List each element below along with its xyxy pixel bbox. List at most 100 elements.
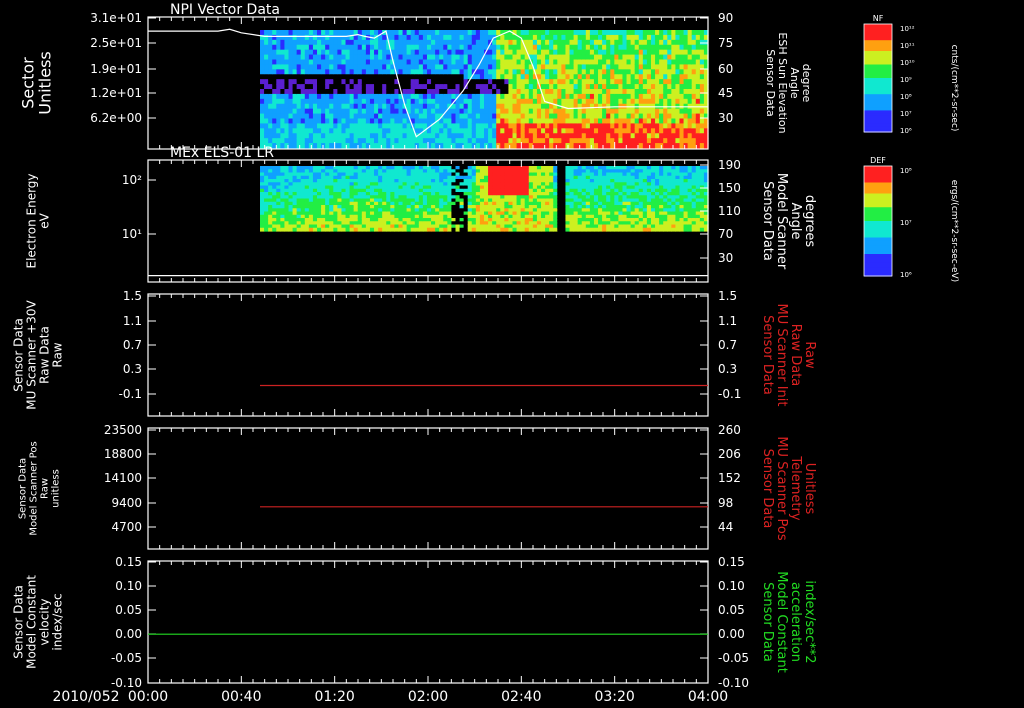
date-label: 2010/052 [52,689,119,705]
left-axis-label: Raw [40,478,51,499]
left-axis-label: Electron Energy [25,173,39,268]
colorbar-tick-label: 10¹⁰ [900,59,915,67]
left-tick-label: 0.10 [115,579,142,593]
right-tick-label: -0.05 [718,651,749,665]
panel-5: 0.15 0.10 0.05 0.00 -0.05 -0.10 0.15 0.10 0.05 0.… [12,555,818,690]
colorbar-nf: NF 10¹² 10¹¹ 10¹⁰ 10⁹ 10⁸ 10⁷ 10⁶ cnts/(cm**2-sr… [863,14,959,135]
right-axis-label: degrees [802,195,817,248]
left-tick-label: -0.05 [111,651,142,665]
right-tick-label: 45 [718,86,733,100]
panel-4: 23500 18800 14100 9400 4700 260 206 152 98 44 Sens… [18,423,817,550]
left-axis-label: Raw [51,342,65,367]
left-tick-label: 10¹ [122,227,142,241]
colorbar-tick-label: 10⁸ [900,167,912,175]
stack-plot: 3.1e+01 2.5e+01 1.9e+01 1.2e+01 6.2e+00 90 75 6… [12,2,960,705]
time-axis: 00:00 00:40 01:20 02:00 02:40 03:20 04:00 [128,689,728,705]
right-axis-label: Unitless [802,463,817,515]
panel-title: MEx ELS-01 LR [170,145,274,161]
right-tick-label: 44 [718,520,733,534]
colorbar-tick-label: 10⁶ [900,271,912,279]
left-tick-label: 10² [122,173,142,187]
right-tick-label: 206 [718,447,741,461]
right-axis-label: Model Scanner [774,173,789,270]
right-tick-label: 0.10 [718,579,745,593]
left-tick-label: 14100 [104,471,142,485]
right-axis-label: index/sec**2 [802,580,817,663]
right-axis-label: Raw Data [788,324,803,387]
right-tick-label: 90 [718,11,733,25]
colorbar-tick-label: 10¹² [900,25,915,33]
left-axis-label: eV [38,212,52,228]
left-axis-label: unitless [51,469,62,508]
right-tick-label: 1.1 [718,314,737,328]
panel-title: NPI Vector Data [170,2,280,18]
colorbar-title: NF [873,14,884,23]
colorbar-title: DEF [870,156,886,165]
colorbars: NF 10¹² 10¹¹ 10¹⁰ 10⁹ 10⁸ 10⁷ 10⁶ cnts/(cm**2-sr… [863,14,959,282]
right-axis-label: Sensor Data [760,582,775,662]
left-axis-label: Model Scanner Pos [29,441,40,535]
left-axis-label: Unitless [36,51,55,115]
right-axis-label: Angle [788,203,803,240]
right-axis-label: MU Scanner Init [774,304,789,407]
left-tick-label: 0.3 [123,362,142,376]
right-axis-label: MU Scanner Pos [774,436,789,541]
right-tick-label: 0.3 [718,362,737,376]
left-tick-label: 18800 [104,447,142,461]
left-tick-label: 0.05 [115,603,142,617]
right-tick-label: -0.1 [718,387,741,401]
time-tick-label: 00:40 [221,689,261,705]
time-tick-label: 04:00 [688,689,728,705]
panels: 3.1e+01 2.5e+01 1.9e+01 1.2e+01 6.2e+00 90 75 6… [12,2,818,690]
colorbar-tick-label: 10⁷ [900,110,912,118]
right-axis-label: Sensor Data [760,315,775,395]
left-axis-label: MU Scanner +30V [25,300,39,410]
left-tick-label: 0.7 [123,338,142,352]
right-tick-label: 0.00 [718,627,745,641]
right-tick-label: 0.7 [718,338,737,352]
panel-3: 1.5 1.1 0.7 0.3 -0.1 1.5 1.1 0.7 0.3 -0.1 Sensor D… [12,289,817,417]
time-tick-label: 00:00 [128,689,168,705]
right-tick-label: 190 [718,158,741,172]
colorbar-unit-label: ergs/(cm**2-sr-sec-eV) [949,180,959,282]
right-axis-label: degree [800,64,813,103]
right-axis-label: Model Constant [774,571,789,673]
panel-1: 3.1e+01 2.5e+01 1.9e+01 1.2e+01 6.2e+00 90 75 6… [19,2,813,150]
time-tick-label: 02:40 [501,689,541,705]
right-axis-label: Angle [788,67,801,99]
colorbar-tick-label: 10¹¹ [900,42,915,50]
left-tick-label: 1.9e+01 [90,62,142,76]
left-tick-label: 3.1e+01 [90,11,142,25]
colorbar-def: DEF 10⁸ 10⁷ 10⁶ ergs/(cm**2-sr-sec-eV) [863,156,959,282]
spectrogram-npi [260,30,709,149]
left-tick-label: 9400 [111,496,142,510]
left-tick-label: 1.5 [123,289,142,303]
time-tick-label: 01:20 [314,689,354,705]
right-tick-label: 110 [718,204,741,218]
left-axis-label: Sensor Data [18,458,29,519]
right-axis-label: Sensor Data [760,449,775,529]
panel-2: 10² 10¹ 190 150 110 70 30 MEx ELS-01 LR Electron… [25,145,817,283]
right-tick-label: 260 [718,423,741,437]
left-axis-label: Sensor Data [12,318,26,392]
right-axis-label: Telemetry [788,455,803,520]
right-tick-label: 98 [718,496,733,510]
right-tick-label: -0.10 [718,676,749,690]
right-axis-label: Raw [802,341,817,369]
left-tick-label: 1.2e+01 [90,86,142,100]
right-tick-label: 70 [718,227,733,241]
right-tick-label: 0.05 [718,603,745,617]
right-axis-label: Sensor Data [760,181,775,261]
time-tick-label: 02:00 [408,689,448,705]
right-axis-label: acceleration [788,582,803,662]
colorbar-unit-label: cnts/(cm**2-sr-sec) [949,45,959,132]
left-tick-label: 2.5e+01 [90,36,142,50]
spectrogram-els [260,166,709,232]
left-tick-label: 1.1 [123,314,142,328]
right-tick-label: 1.5 [718,289,737,303]
right-tick-label: 60 [718,62,733,76]
left-axis-label: Raw Data [38,326,52,384]
left-tick-label: 23500 [104,423,142,437]
colorbar-tick-label: 10⁷ [900,219,912,227]
panel-frame [147,560,709,684]
